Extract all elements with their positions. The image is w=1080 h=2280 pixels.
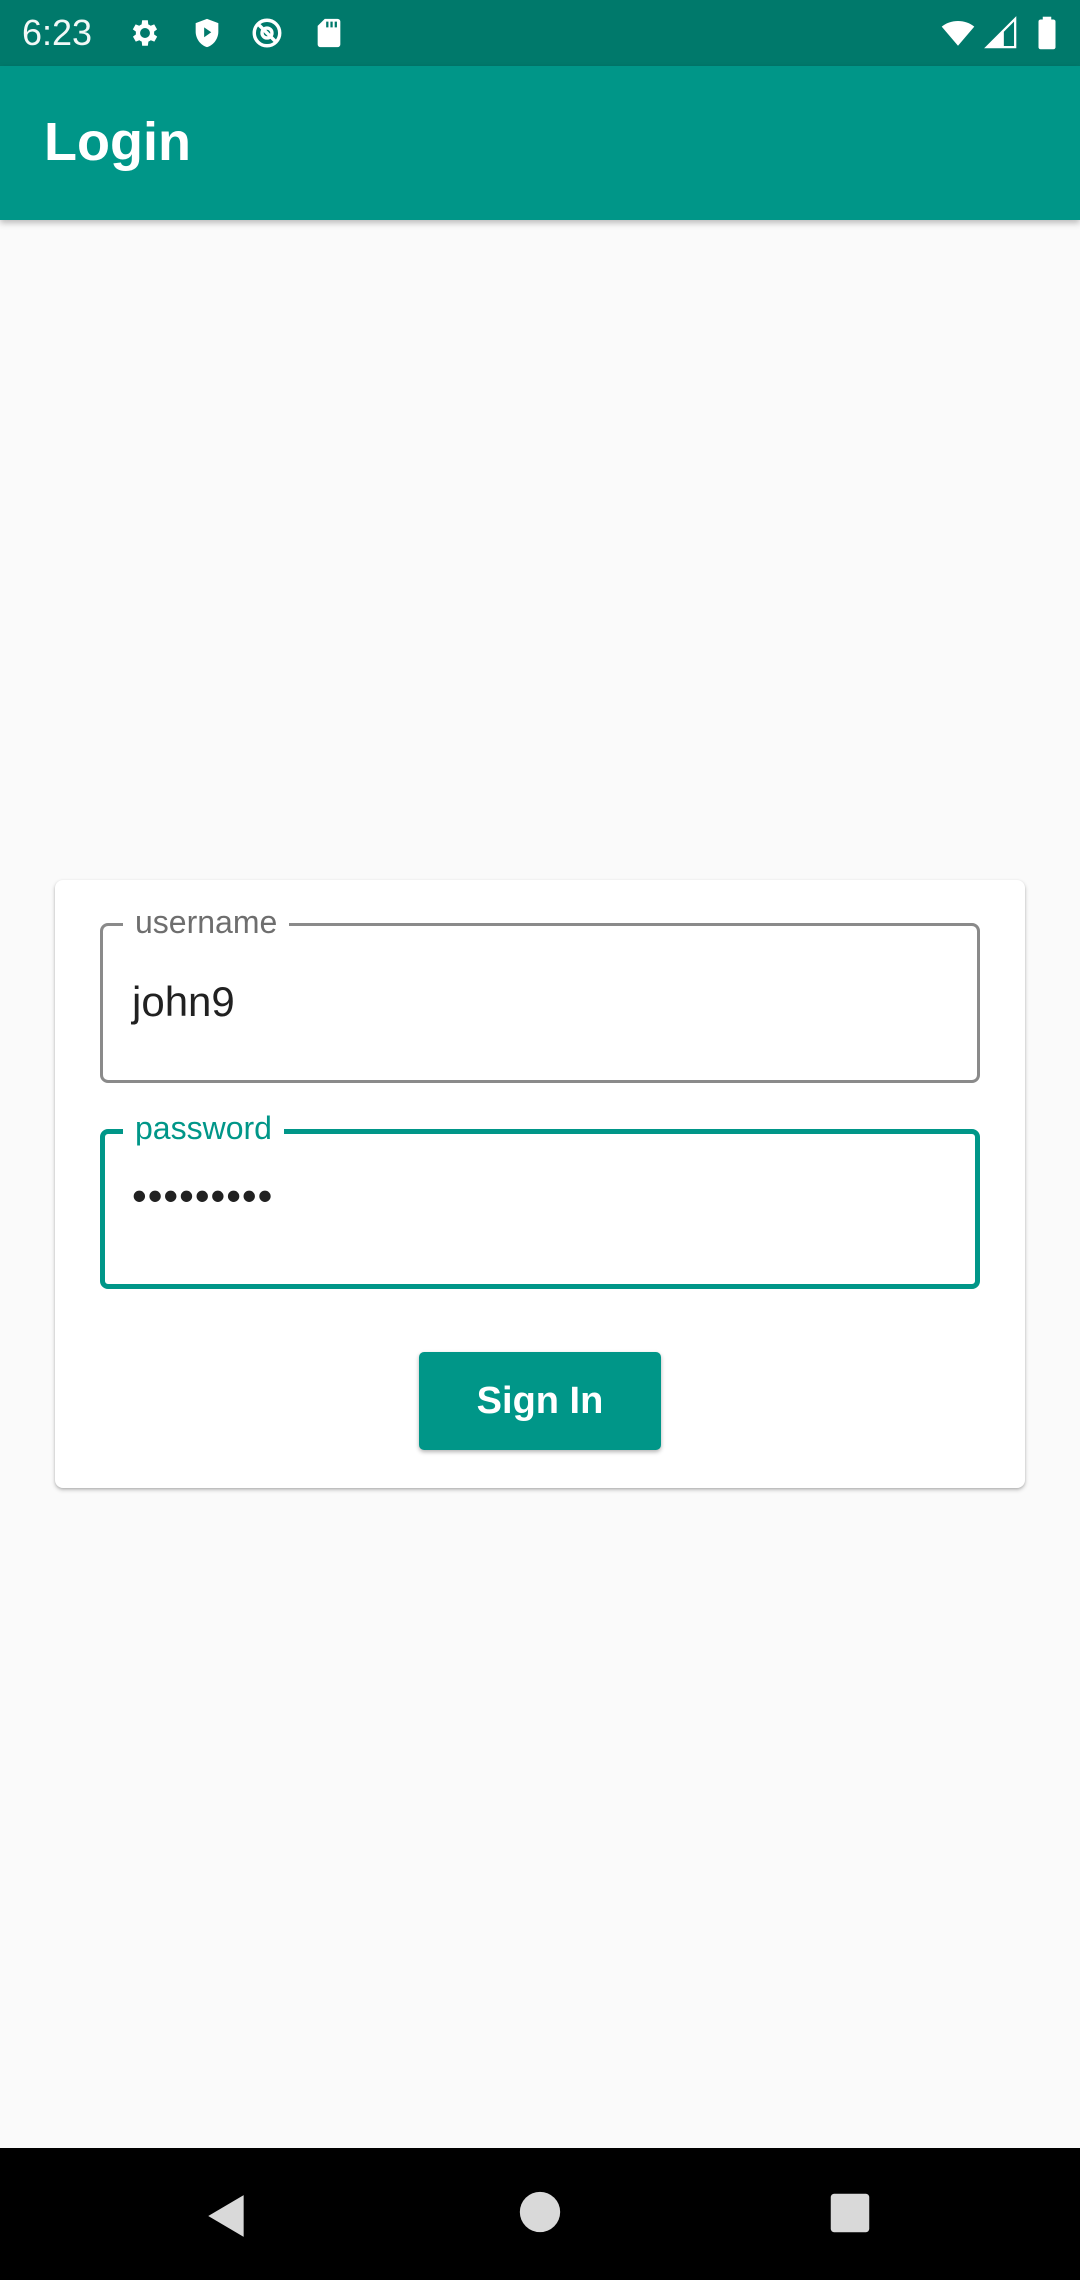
cell-signal-icon <box>984 16 1018 50</box>
at-sign-icon <box>250 16 284 50</box>
username-value[interactable]: john9 <box>132 976 235 1028</box>
sign-in-button[interactable]: Sign In <box>419 1352 661 1450</box>
wifi-icon <box>938 16 978 50</box>
navigation-bar <box>0 2148 1080 2280</box>
recents-icon[interactable] <box>829 2192 871 2234</box>
app-bar: Login <box>0 66 1080 220</box>
home-icon[interactable] <box>518 2190 562 2234</box>
password-value[interactable]: ••••••••• <box>132 1170 273 1222</box>
battery-icon <box>1034 16 1060 50</box>
settings-icon <box>128 16 162 50</box>
sd-card-icon <box>312 16 346 50</box>
back-icon[interactable] <box>202 2190 252 2242</box>
login-card: username john9 password ••••••••• Sign I… <box>55 880 1025 1488</box>
username-label: username <box>123 902 290 942</box>
username-field[interactable]: username john9 <box>100 902 980 1083</box>
password-field[interactable]: password ••••••••• <box>100 1108 980 1289</box>
page-title: Login <box>44 112 191 172</box>
shield-play-icon <box>190 16 224 50</box>
status-time: 6:23 <box>22 12 93 53</box>
password-label: password <box>123 1108 284 1148</box>
status-bar: 6:23 <box>0 0 1080 66</box>
